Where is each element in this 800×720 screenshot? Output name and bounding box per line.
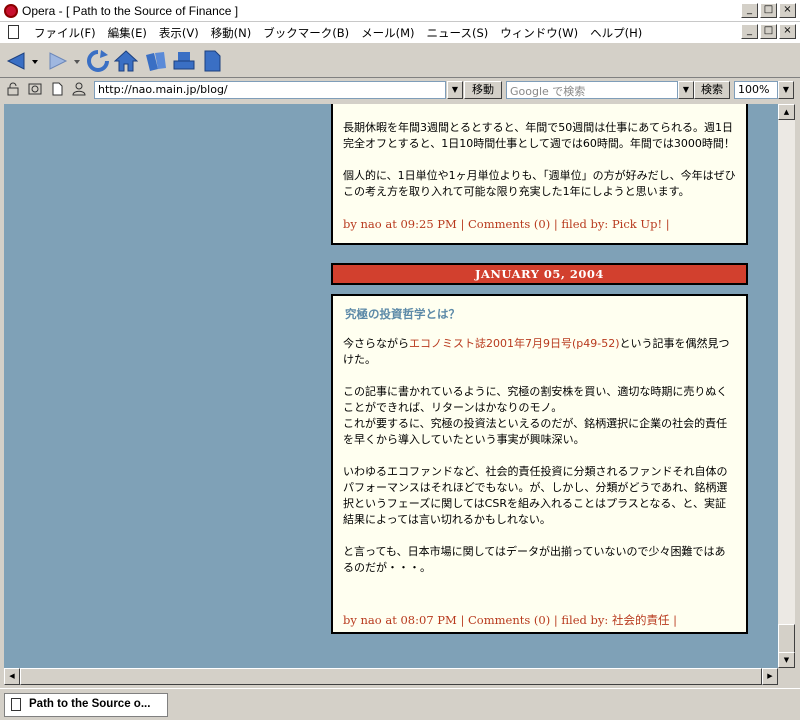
- scroll-up-icon[interactable]: ▲: [778, 104, 795, 120]
- close-button[interactable]: ×: [779, 3, 796, 18]
- url-input[interactable]: http://nao.main.jp/blog/: [94, 81, 446, 99]
- opera-logo-icon: [4, 4, 18, 18]
- hotlist-icon[interactable]: [144, 49, 168, 73]
- doc-restore-button[interactable]: □: [760, 24, 777, 39]
- menu-mail[interactable]: メール(M): [355, 24, 420, 42]
- zoom-dropdown-icon[interactable]: ▼: [778, 81, 794, 99]
- page-tab[interactable]: Path to the Source o...: [4, 693, 168, 717]
- blog-post-previous: 長期休暇を年間3週間とるとすると、年間で50週間は仕事にあてられる。週1日完全オ…: [331, 104, 748, 245]
- page-info-icon[interactable]: [50, 82, 64, 96]
- back-history-chevron-icon[interactable]: [30, 49, 40, 73]
- document-window-controls: _ □ ×: [741, 24, 796, 39]
- post-paragraph: 個人的に、1日単位や1ヶ月単位よりも、「週単位」の方が好みだし、今年はぜひこの考…: [343, 169, 736, 198]
- blog-post: 究極の投資哲学とは？ 今さらながらエコノミスト誌2001年7月9日号(p49-5…: [331, 294, 748, 634]
- window-controls: _ □ ×: [741, 3, 796, 18]
- menu-view[interactable]: 表示(V): [153, 24, 205, 42]
- security-lock-icon[interactable]: [6, 82, 20, 96]
- reload-icon[interactable]: [86, 49, 110, 73]
- minimize-button[interactable]: _: [741, 3, 758, 18]
- forward-icon[interactable]: [46, 49, 70, 73]
- navigation-toolbar: [0, 42, 800, 78]
- user-icon[interactable]: [72, 82, 86, 96]
- doc-minimize-button[interactable]: _: [741, 24, 758, 39]
- date-header: JANUARY 05, 2004: [331, 263, 748, 285]
- post-paragraph: この記事に書かれているように、究極の割安株を買い、適切な時期に売りぬくことができ…: [343, 385, 728, 446]
- menu-bookmarks[interactable]: ブックマーク(B): [257, 24, 355, 42]
- post-paragraph: 長期休暇を年間3週間とるとすると、年間で50週間は仕事にあてられる。週1日完全オ…: [343, 121, 735, 150]
- search-input[interactable]: Google で検索: [506, 81, 678, 99]
- post-paragraph: と言っても、日本市場に関してはデータが出揃っていないので少々困難ではあるのだが・…: [343, 545, 726, 574]
- address-bar: http://nao.main.jp/blog/ ▼ 移動 Google で検索…: [0, 78, 800, 102]
- window-title: Opera - [ Path to the Source of Finance …: [22, 4, 239, 18]
- home-icon[interactable]: [114, 49, 138, 73]
- vertical-scroll-thumb[interactable]: [778, 624, 795, 654]
- page-icon[interactable]: [200, 49, 224, 73]
- tab-document-icon: [11, 698, 21, 711]
- scroll-left-icon[interactable]: ◀: [4, 668, 20, 685]
- post-intro: 今さらながらエコノミスト誌2001年7月9日号(p49-52)という記事を偶然見…: [343, 336, 736, 368]
- title-bar: Opera - [ Path to the Source of Finance …: [0, 0, 800, 22]
- page-viewport: 長期休暇を年間3週間とるとすると、年間で50週間は仕事にあてられる。週1日完全オ…: [4, 104, 778, 668]
- post-footer[interactable]: by nao at 08:07 PM | Comments (0) | file…: [343, 612, 677, 628]
- search-engine-dropdown-icon[interactable]: ▼: [678, 81, 694, 99]
- tab-title: Path to the Source o...: [29, 698, 151, 710]
- menu-items: ファイル(F) 編集(E) 表示(V) 移動(N) ブックマーク(B) メール(…: [28, 24, 648, 42]
- intro-text: 今さらながら: [343, 337, 409, 350]
- back-icon[interactable]: [4, 49, 28, 73]
- horizontal-scroll-thumb[interactable]: [20, 668, 762, 685]
- go-button[interactable]: 移動: [464, 81, 502, 99]
- menu-edit[interactable]: 編集(E): [102, 24, 153, 42]
- scroll-right-icon[interactable]: ▶: [762, 668, 778, 685]
- zoom-select[interactable]: 100%: [734, 81, 778, 99]
- post-title[interactable]: 究極の投資哲学とは？: [345, 306, 736, 322]
- menu-file[interactable]: ファイル(F): [28, 24, 102, 42]
- menu-navigate[interactable]: 移動(N): [205, 24, 258, 42]
- cookie-icon[interactable]: [28, 82, 42, 96]
- maximize-button[interactable]: □: [760, 3, 777, 18]
- window-bar: Path to the Source o...: [0, 688, 800, 720]
- menu-help[interactable]: ヘルプ(H): [584, 24, 648, 42]
- menu-news[interactable]: ニュース(S): [421, 24, 495, 42]
- forward-history-chevron-icon[interactable]: [72, 49, 82, 73]
- post-footer[interactable]: by nao at 09:25 PM | Comments (0) | file…: [343, 216, 736, 232]
- doc-close-button[interactable]: ×: [779, 24, 796, 39]
- horizontal-scrollbar[interactable]: ◀ ▶: [4, 668, 778, 685]
- scroll-down-icon[interactable]: ▼: [778, 652, 795, 668]
- article-link[interactable]: エコノミスト誌2001年7月9日号(p49-52): [409, 337, 620, 350]
- menu-window[interactable]: ウィンドウ(W): [494, 24, 584, 42]
- post-paragraph: いわゆるエコファンドなど、社会的責任投資に分類されるファンドそれ自体のパフォーマ…: [343, 465, 728, 526]
- search-button[interactable]: 検索: [694, 81, 730, 99]
- print-icon[interactable]: [172, 49, 196, 73]
- document-icon: [8, 25, 19, 39]
- vertical-scrollbar[interactable]: ▲ ▼: [778, 104, 795, 668]
- menu-bar: ファイル(F) 編集(E) 表示(V) 移動(N) ブックマーク(B) メール(…: [0, 22, 800, 42]
- url-history-dropdown-icon[interactable]: ▼: [447, 81, 463, 99]
